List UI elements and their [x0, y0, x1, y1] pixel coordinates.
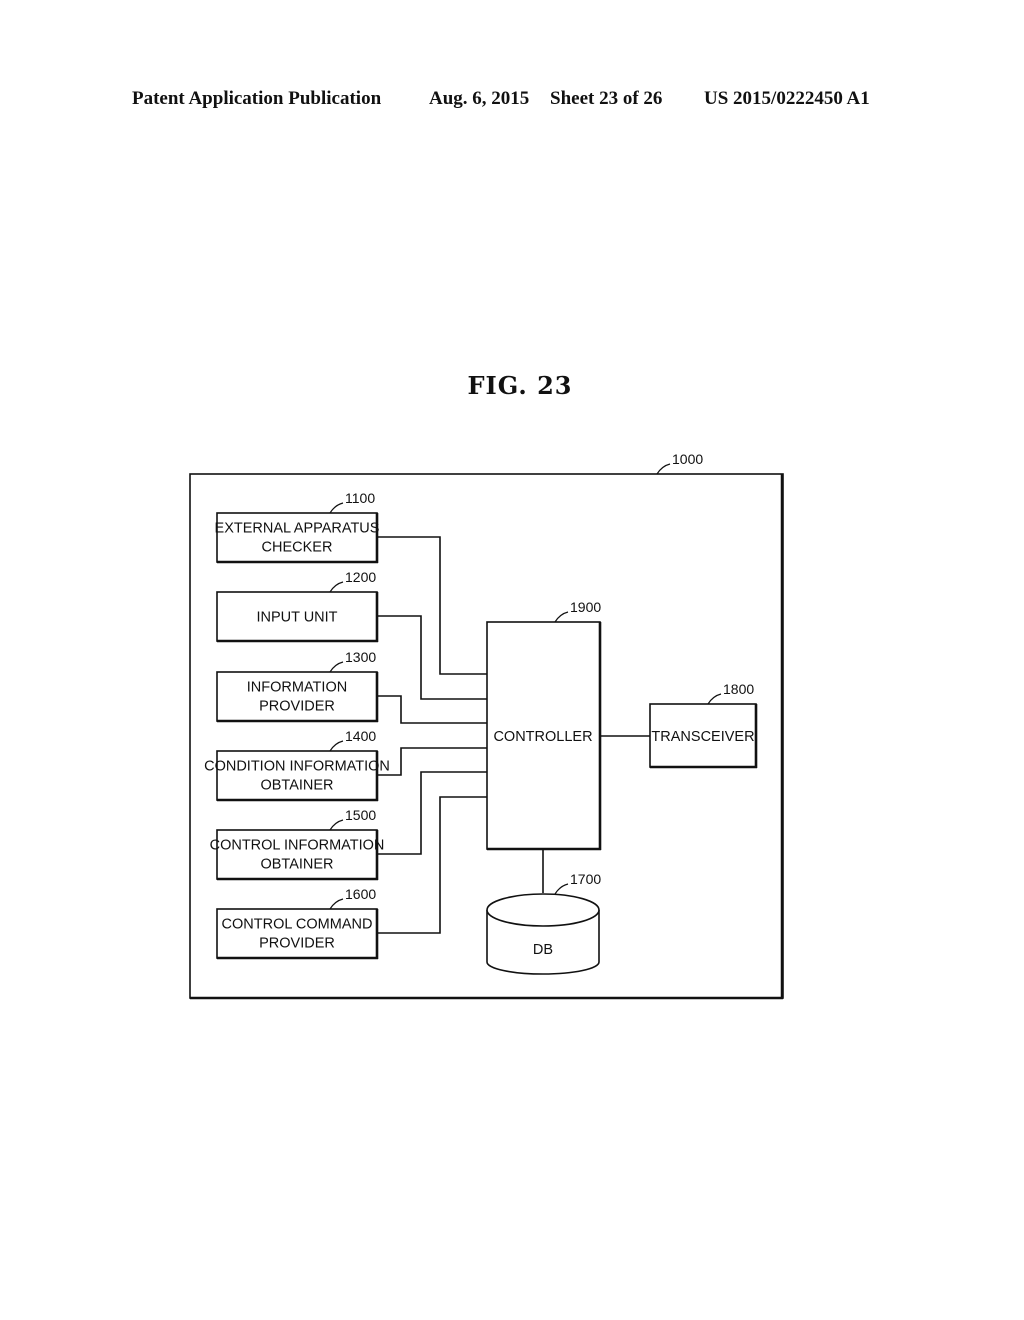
block-diagram: 1000 EXTERNAL APPARATUS CHECKER 1100 INPUT …: [189, 451, 784, 1000]
module-block-1500: CONTROL INFORMATION OBTAINER 1500: [210, 807, 385, 881]
module-ref: 1200: [345, 569, 376, 585]
module-label-line: CHECKER: [262, 540, 333, 556]
database-leader-line: [554, 883, 569, 895]
module-group: EXTERNAL APPARATUS CHECKER 1100 INPUT UNIT 1…: [204, 490, 390, 960]
module-label-line: CONDITION INFORMATION: [204, 759, 390, 775]
module-leader-line: [329, 581, 344, 593]
module-label-line: INFORMATION: [247, 680, 347, 696]
module-label-line: OBTAINER: [260, 857, 333, 873]
module-leader-line: [329, 740, 344, 752]
database-ref: 1700: [570, 871, 601, 887]
transceiver-label: TRANSCEIVER: [651, 729, 754, 745]
module-label-line: PROVIDER: [259, 936, 335, 952]
database-cylinder: DB 1700: [486, 871, 601, 975]
module-ref: 1300: [345, 649, 376, 665]
module-wires: [377, 536, 487, 934]
wire-1200: [377, 615, 487, 700]
module-label-line: INPUT UNIT: [256, 610, 337, 626]
wire-1300: [377, 695, 487, 724]
module-ref: 1600: [345, 886, 376, 902]
system-ref: 1000: [672, 451, 703, 467]
wire-1600: [377, 796, 487, 934]
module-ref: 1500: [345, 807, 376, 823]
controller-ref: 1900: [570, 599, 601, 615]
module-ref: 1100: [345, 490, 375, 506]
module-block-1200: INPUT UNIT 1200: [216, 569, 379, 643]
module-label-line: CONTROL COMMAND: [222, 917, 373, 933]
module-leader-line: [329, 502, 344, 514]
controller-label: CONTROLLER: [493, 729, 592, 745]
controller-leader-line: [554, 611, 569, 623]
module-block-1400: CONDITION INFORMATION OBTAINER 1400: [204, 728, 390, 802]
module-leader-line: [329, 898, 344, 910]
wire-1400: [377, 747, 487, 776]
module-leader-line: [329, 661, 344, 673]
module-ref: 1400: [345, 728, 376, 744]
module-block-1300: INFORMATION PROVIDER 1300: [216, 649, 379, 723]
transceiver-block: TRANSCEIVER 1800: [649, 681, 758, 769]
controller-block: CONTROLLER 1900: [486, 599, 601, 851]
module-label-line: EXTERNAL APPARATUS: [215, 521, 380, 537]
module-block-1100: EXTERNAL APPARATUS CHECKER 1100: [215, 490, 380, 564]
transceiver-leader-line: [707, 693, 722, 705]
module-label-line: OBTAINER: [260, 778, 333, 794]
wire-1500: [377, 771, 487, 855]
module-block-1600: CONTROL COMMAND PROVIDER 1600: [216, 886, 379, 960]
module-label-line: PROVIDER: [259, 699, 335, 715]
database-label: DB: [533, 942, 553, 958]
system-leader-line: [656, 463, 671, 475]
wire-1100: [377, 536, 487, 675]
transceiver-ref: 1800: [723, 681, 754, 697]
module-label-line: CONTROL INFORMATION: [210, 838, 385, 854]
module-leader-line: [329, 819, 344, 831]
